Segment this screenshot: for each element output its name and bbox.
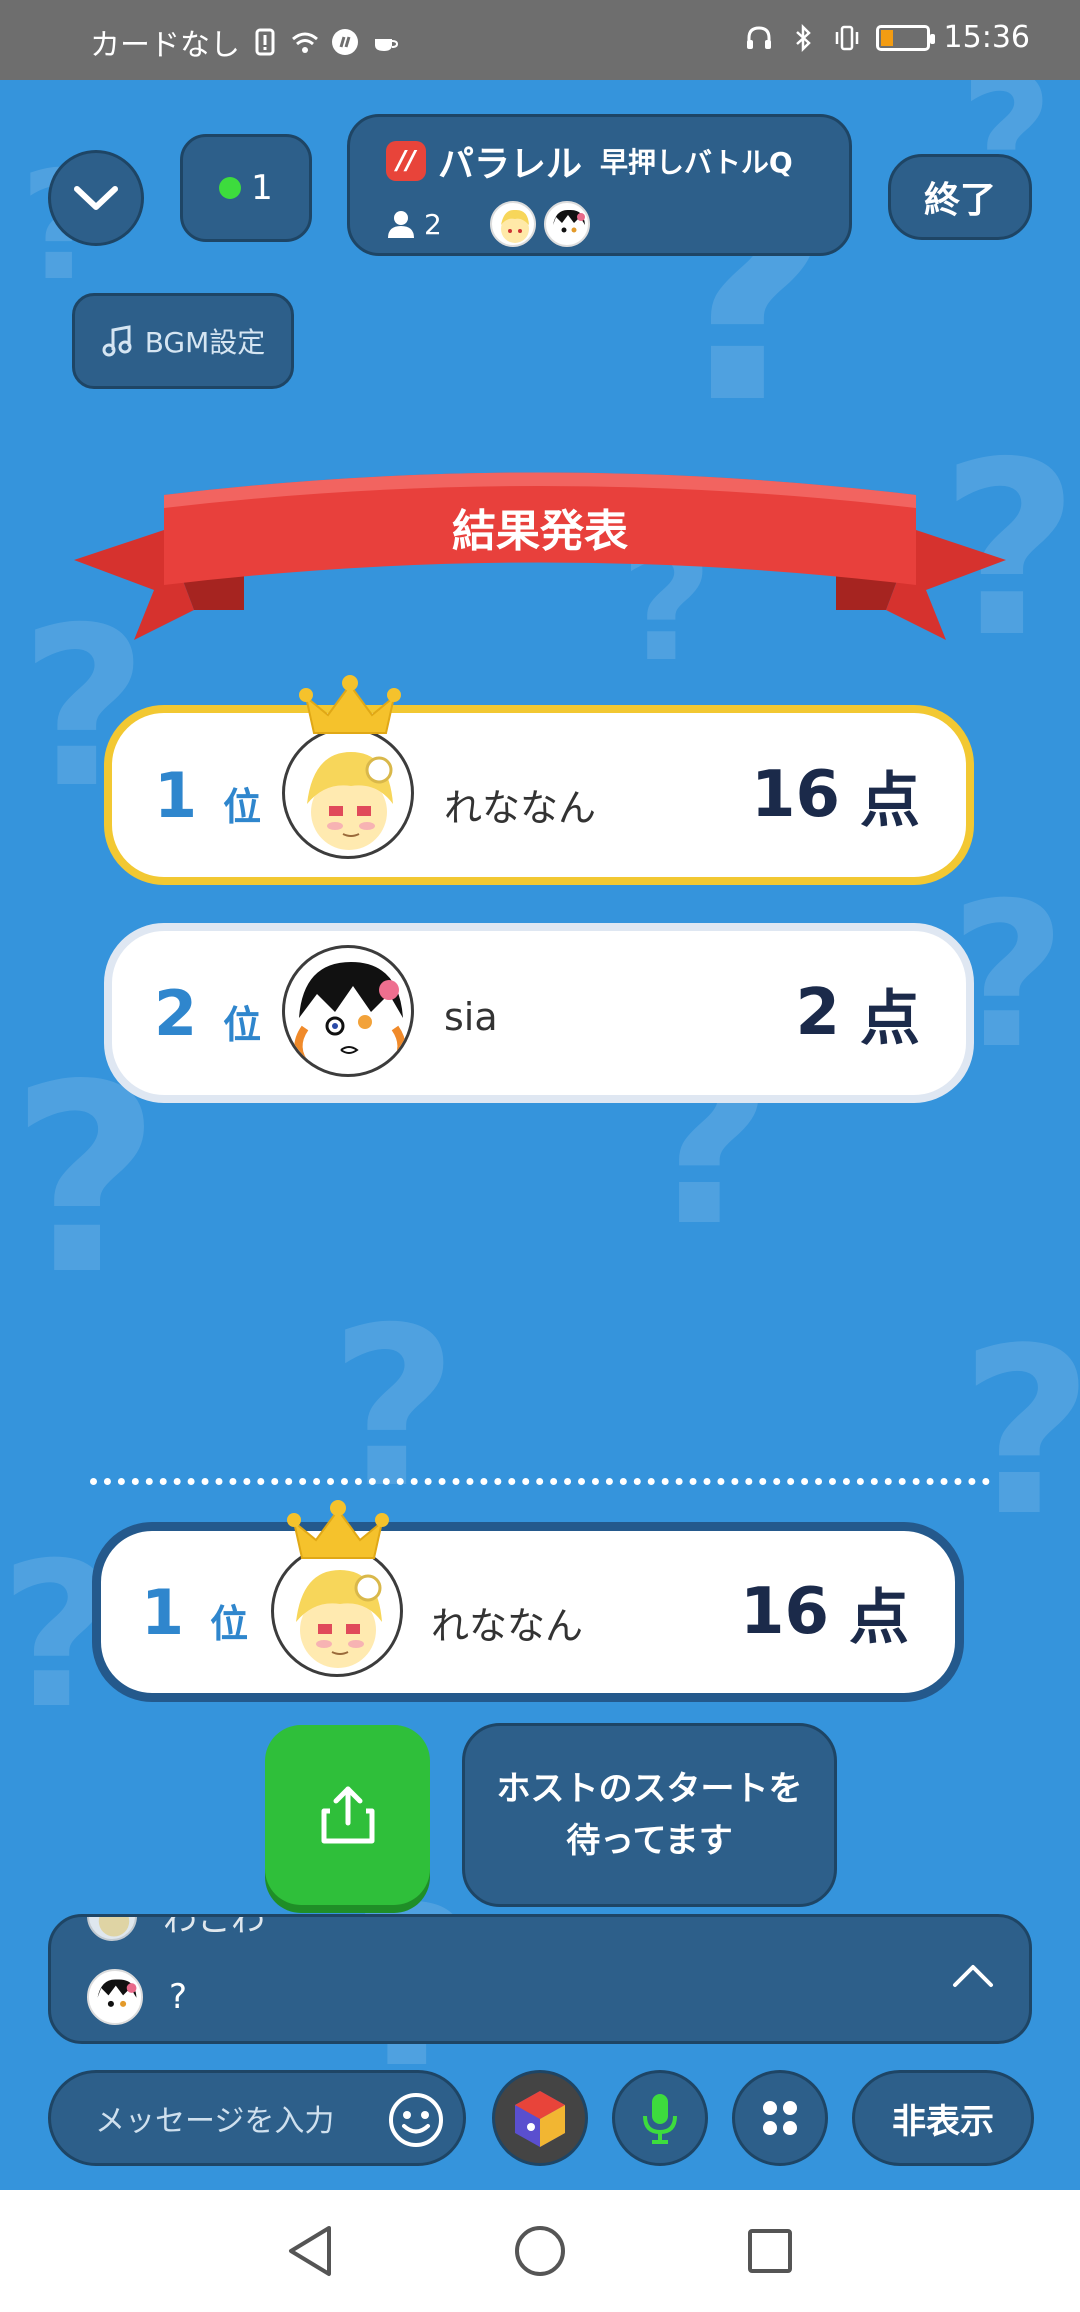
rank-suffix: 位 <box>223 784 262 829</box>
crown-icon <box>287 1500 389 1559</box>
battery-icon <box>875 24 935 51</box>
rank-suffix: 位 <box>223 1002 262 1047</box>
waiting-line-2: 待ってます <box>566 1821 733 1861</box>
rank-number: 1 <box>154 758 198 832</box>
rank-number: 2 <box>154 976 198 1050</box>
dotted-divider <box>90 1478 990 1485</box>
system-navigation-bar <box>0 2190 1080 2312</box>
player-avatar <box>282 727 414 859</box>
waiting-line-1: ホストのスタートを <box>496 1769 803 1809</box>
brand-name: パラレル <box>438 144 583 185</box>
member-avatar <box>489 201 536 247</box>
chat-message: ? <box>169 1977 188 2017</box>
share-icon <box>321 1786 374 1844</box>
app-icon <box>332 29 358 55</box>
game-name: 早押しバトルQ <box>600 146 793 179</box>
player-name: sia <box>444 995 498 1039</box>
chevron-down-icon <box>74 186 118 210</box>
score-suffix: 点 <box>860 765 920 836</box>
score-value: 2 <box>795 976 840 1050</box>
home-circle-icon <box>515 2226 565 2276</box>
back-button[interactable] <box>250 2190 370 2312</box>
chat-preview-panel[interactable]: わこわ ? <box>48 1914 1032 2044</box>
emoji-icon[interactable] <box>387 2091 445 2149</box>
person-icon <box>388 211 414 238</box>
hide-button[interactable]: 非表示 <box>852 2070 1034 2166</box>
recents-square-icon <box>748 2229 792 2273</box>
my-result-row: 1 位 れななん 16 点 <box>92 1522 964 1702</box>
chevron-up-icon[interactable] <box>951 1961 995 1989</box>
status-bar: カードなし 15:36 <box>0 0 1080 80</box>
rank-suffix: 位 <box>210 1601 249 1646</box>
chat-avatar <box>87 1969 143 2025</box>
player-name: れななん <box>444 786 597 830</box>
online-dot-icon <box>219 177 242 199</box>
chat-avatar <box>87 1917 137 1941</box>
parallel-logo-icon: // <box>386 141 426 181</box>
player-avatar <box>282 945 414 1077</box>
grid-dots-icon <box>763 2101 797 2135</box>
game-cube-icon <box>515 2091 565 2147</box>
carrier-text: カードなし <box>90 28 240 63</box>
recents-button[interactable] <box>710 2190 830 2312</box>
end-button[interactable]: 終了 <box>888 154 1032 240</box>
score-suffix: 点 <box>860 983 920 1054</box>
member-avatar <box>543 201 590 247</box>
game-select-button[interactable] <box>492 2070 588 2166</box>
waiting-for-host-status: ホストのスタートを 待ってます <box>462 1723 837 1907</box>
result-row: 2 位 sia 2 点 <box>104 923 974 1103</box>
member-count: 2 <box>424 207 442 241</box>
results-banner: 結果発表 <box>74 460 1006 660</box>
bluetooth-icon <box>795 23 811 52</box>
music-note-icon <box>102 325 132 357</box>
player-avatar <box>271 1545 403 1677</box>
apps-menu-button[interactable] <box>732 2070 828 2166</box>
bgm-settings-button[interactable]: BGM設定 <box>72 293 294 389</box>
headset-icon <box>746 25 771 49</box>
cup-icon <box>375 39 399 51</box>
online-count: 1 <box>251 168 273 208</box>
vibrate-icon <box>835 25 858 50</box>
online-count-button[interactable]: 1 <box>180 134 312 242</box>
score-suffix: 点 <box>849 1582 909 1653</box>
game-screen: ? ? ? ? ? ? ? ? ? ? ? ? ? ? 1 // パラレル 早押… <box>0 80 1080 2190</box>
message-input[interactable]: メッセージを入力 <box>48 2070 466 2166</box>
score-value: 16 <box>739 1575 829 1649</box>
microphone-icon <box>643 2094 677 2144</box>
results-title: 結果発表 <box>452 506 628 557</box>
result-row: 1 位 れななん 16 点 <box>104 705 974 885</box>
room-info-panel[interactable]: // パラレル 早押しバトルQ 2 <box>347 114 852 256</box>
score-value: 16 <box>750 758 840 832</box>
crown-icon <box>299 675 401 734</box>
clock: 15:36 <box>943 20 1030 55</box>
player-name: れななん <box>431 1604 584 1648</box>
chat-message-partial: わこわ <box>163 1914 265 1940</box>
message-placeholder: メッセージを入力 <box>95 2104 335 2139</box>
wifi-icon <box>292 32 318 53</box>
bgm-label: BGM設定 <box>144 326 266 359</box>
back-triangle-icon <box>289 2226 331 2276</box>
alert-icon <box>255 28 275 56</box>
home-button[interactable] <box>480 2190 600 2312</box>
share-button[interactable] <box>265 1725 430 1905</box>
mic-button[interactable] <box>612 2070 708 2166</box>
rank-number: 1 <box>141 1575 185 1649</box>
collapse-button[interactable] <box>48 150 144 246</box>
